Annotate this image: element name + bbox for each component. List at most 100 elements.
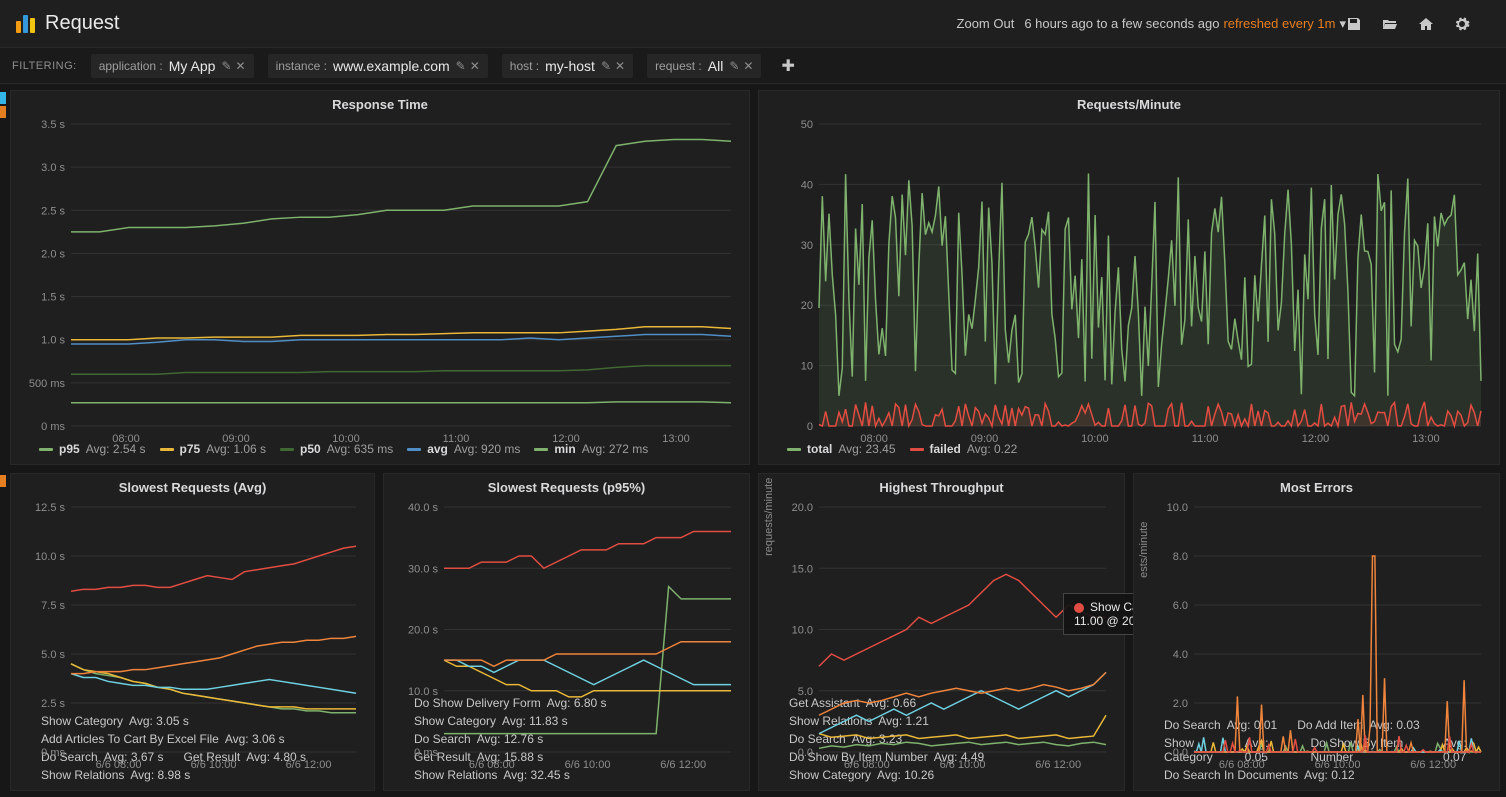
svg-text:6/6 10:00: 6/6 10:00 [191, 759, 237, 771]
legend-swatch [534, 448, 548, 451]
edit-icon[interactable]: ✎ [221, 59, 231, 73]
svg-text:0.0: 0.0 [798, 747, 813, 759]
filter-pill[interactable]: host : my-host ✎ ✕ [502, 54, 633, 78]
panel-title: Slowest Requests (Avg) [11, 474, 374, 497]
svg-text:6/6 12:00: 6/6 12:00 [286, 759, 332, 771]
filter-pill[interactable]: application : My App ✎ ✕ [91, 54, 254, 78]
svg-text:10.0 s: 10.0 s [408, 686, 438, 698]
svg-text:0 ms: 0 ms [41, 421, 65, 433]
filter-key: host : [510, 59, 539, 73]
row-handle[interactable] [0, 106, 6, 118]
folder-open-icon[interactable] [1382, 16, 1418, 32]
filter-pill[interactable]: instance : www.example.com ✎ ✕ [268, 54, 488, 78]
refresh-interval-label: refreshed every 1m [1223, 16, 1335, 31]
filter-key: request : [655, 59, 702, 73]
svg-text:10:00: 10:00 [332, 433, 360, 445]
edit-icon[interactable]: ✎ [456, 59, 466, 73]
save-icon[interactable] [1346, 16, 1382, 32]
panel-title: Slowest Requests (p95%) [384, 474, 749, 497]
filter-key: application : [99, 59, 163, 73]
svg-text:6/6 12:00: 6/6 12:00 [1410, 759, 1456, 771]
svg-text:13:00: 13:00 [662, 433, 690, 445]
close-icon[interactable]: ✕ [615, 59, 625, 73]
svg-text:50: 50 [801, 119, 813, 131]
filter-value: All [708, 58, 724, 74]
svg-text:0 ms: 0 ms [414, 747, 438, 759]
page-title: Request [45, 12, 120, 35]
chart[interactable]: 0 ms2.5 s5.0 s7.5 s10.0 s12.5 s6/6 08:00… [21, 501, 364, 706]
svg-text:6/6 08:00: 6/6 08:00 [844, 759, 890, 771]
svg-text:500 ms: 500 ms [29, 378, 66, 390]
panel-errors: Most Errors 0.02.04.06.08.010.06/6 08:00… [1133, 473, 1500, 791]
filter-value: my-host [545, 58, 595, 74]
svg-text:6/6 10:00: 6/6 10:00 [565, 759, 611, 771]
filter-pill[interactable]: request : All ✎ ✕ [647, 54, 761, 78]
panel-response-time: Response Time 0 ms500 ms1.0 s1.5 s2.0 s2… [10, 90, 750, 465]
svg-text:08:00: 08:00 [112, 433, 140, 445]
legend-swatch [787, 448, 801, 451]
svg-text:6/6 08:00: 6/6 08:00 [96, 759, 142, 771]
svg-text:8.0: 8.0 [1173, 551, 1188, 563]
close-icon[interactable]: ✕ [236, 59, 246, 73]
home-icon[interactable] [1418, 16, 1454, 32]
chart[interactable]: 0 ms500 ms1.0 s1.5 s2.0 s2.5 s3.0 s3.5 s… [21, 118, 739, 434]
svg-text:2.5 s: 2.5 s [41, 205, 65, 217]
svg-text:20.0: 20.0 [792, 502, 813, 514]
edit-icon[interactable]: ✎ [601, 59, 611, 73]
gear-icon[interactable] [1454, 16, 1490, 32]
svg-text:13:00: 13:00 [1412, 433, 1440, 445]
svg-text:7.5 s: 7.5 s [41, 600, 65, 612]
svg-text:40: 40 [801, 179, 813, 191]
filter-bar: FILTERING: application : My App ✎✕instan… [0, 48, 1506, 84]
svg-text:5.0 s: 5.0 s [41, 649, 65, 661]
svg-text:0 ms: 0 ms [41, 747, 65, 759]
svg-text:08:00: 08:00 [860, 433, 888, 445]
edit-icon[interactable]: ✎ [729, 59, 739, 73]
row-handle[interactable] [0, 475, 6, 487]
panel-slowest-p95: Slowest Requests (p95%) 0 ms10.0 s20.0 s… [383, 473, 750, 791]
svg-text:20.0 s: 20.0 s [408, 625, 438, 637]
filter-key: instance : [276, 59, 327, 73]
panel-throughput: Highest Throughput 0.0 5.0 10.0 15.0 20.0 6/6… [758, 473, 1125, 791]
svg-text:11:00: 11:00 [1192, 433, 1219, 445]
svg-text:10.0: 10.0 [1167, 502, 1188, 514]
svg-text:2.5 s: 2.5 s [41, 698, 65, 710]
panel-title: Highest Throughput [759, 474, 1124, 497]
time-range-label: 6 hours ago to a few seconds ago [1024, 16, 1219, 31]
panel-title: Response Time [11, 91, 749, 114]
chart[interactable]: 0102030405008:0009:0010:0011:0012:0013:0… [769, 118, 1489, 434]
svg-text:6/6 10:00: 6/6 10:00 [1315, 759, 1361, 771]
logo-icon[interactable] [16, 15, 35, 33]
svg-text:6.0: 6.0 [1173, 600, 1188, 612]
svg-text:1.0 s: 1.0 s [41, 335, 65, 347]
svg-text:3.0 s: 3.0 s [41, 162, 65, 174]
legend-swatch [160, 448, 174, 451]
svg-text:10:00: 10:00 [1081, 433, 1109, 445]
y-axis-label: ests/minute [1138, 521, 1150, 577]
svg-text:10.0: 10.0 [792, 625, 813, 637]
svg-text:12:00: 12:00 [1302, 433, 1330, 445]
svg-text:10: 10 [801, 361, 813, 373]
svg-text:15.0: 15.0 [792, 563, 813, 575]
zoom-out-button[interactable]: Zoom Out [947, 10, 1025, 37]
filter-value: My App [169, 58, 216, 74]
time-picker[interactable]: 6 hours ago to a few seconds ago refresh… [1024, 16, 1346, 32]
panel-title: Requests/Minute [759, 91, 1499, 114]
chart[interactable]: 0.05.010.015.020.06/6 08:006/6 10:006/6 … [769, 501, 1114, 688]
filter-value: www.example.com [333, 58, 450, 74]
chart[interactable]: 0 ms10.0 s20.0 s30.0 s40.0 s6/6 08:006/6… [394, 501, 739, 688]
svg-text:1.5 s: 1.5 s [41, 292, 65, 304]
add-filter-button[interactable]: ✚ [775, 56, 800, 76]
svg-text:6/6 08:00: 6/6 08:00 [469, 759, 515, 771]
svg-text:2.0: 2.0 [1173, 698, 1188, 710]
svg-text:6/6 10:00: 6/6 10:00 [940, 759, 986, 771]
filter-label: FILTERING: [12, 60, 77, 72]
svg-text:11:00: 11:00 [443, 433, 470, 445]
svg-text:5.0: 5.0 [798, 686, 813, 698]
close-icon[interactable]: ✕ [743, 59, 753, 73]
chart[interactable]: 0.02.04.06.08.010.06/6 08:006/6 10:006/6… [1144, 501, 1489, 710]
row-handle[interactable] [0, 92, 6, 104]
close-icon[interactable]: ✕ [470, 59, 480, 73]
topbar: Request Zoom Out 6 hours ago to a few se… [0, 0, 1506, 48]
svg-text:4.0: 4.0 [1173, 649, 1188, 661]
